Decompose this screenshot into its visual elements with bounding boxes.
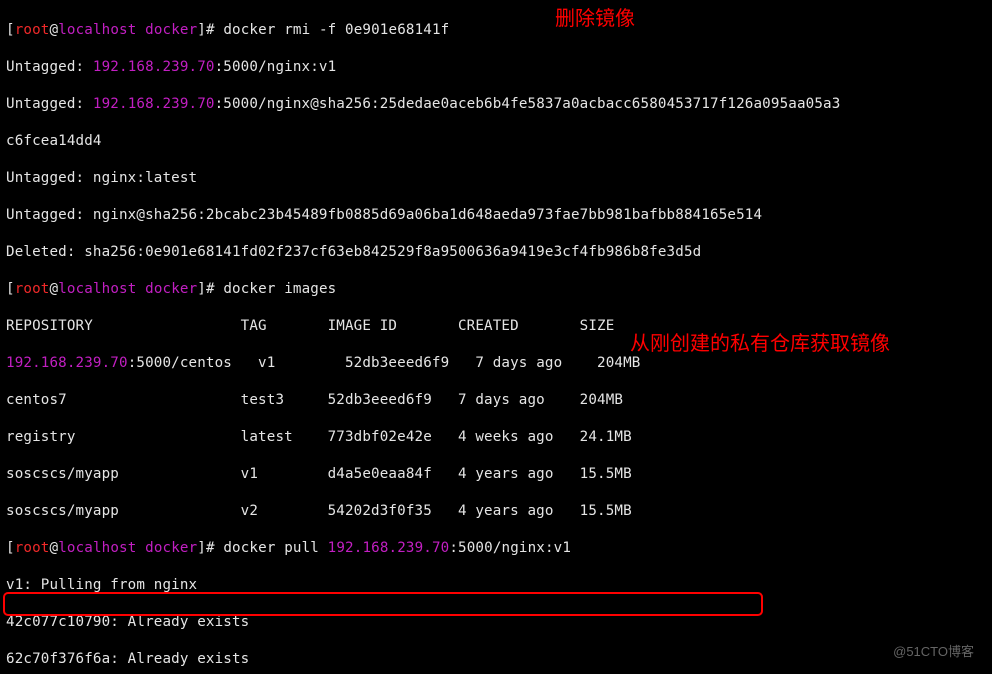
prompt-line-2[interactable]: [root@localhost docker]# docker images xyxy=(6,280,986,299)
prompt-line-3[interactable]: [root@localhost docker]# docker pull 192… xyxy=(6,539,986,558)
output-line: Untagged: 192.168.239.70:5000/nginx:v1 xyxy=(6,58,986,77)
table-header: REPOSITORY TAG IMAGE ID CREATED SIZE xyxy=(6,317,986,336)
output-line: c6fcea14dd4 xyxy=(6,132,986,151)
output-line: Untagged: nginx:latest xyxy=(6,169,986,188)
table-row: 192.168.239.70:5000/centos v1 52db3eeed6… xyxy=(6,354,986,373)
table-row: centos7 test3 52db3eeed6f9 7 days ago 20… xyxy=(6,391,986,410)
output-line: Untagged: 192.168.239.70:5000/nginx@sha2… xyxy=(6,95,986,114)
output-line: Deleted: sha256:0e901e68141fd02f237cf63e… xyxy=(6,243,986,262)
output-line: 42c077c10790: Already exists xyxy=(6,613,986,632)
table-row: soscscs/myapp v1 d4a5e0eaa84f 4 years ag… xyxy=(6,465,986,484)
watermark: @51CTO博客 xyxy=(893,641,974,660)
output-line: 62c70f376f6a: Already exists xyxy=(6,650,986,669)
terminal-output: [root@localhost docker]# docker rmi -f 0… xyxy=(0,0,992,674)
table-row: soscscs/myapp v2 54202d3f0f35 4 years ag… xyxy=(6,502,986,521)
prompt-line-1[interactable]: [root@localhost docker]# docker rmi -f 0… xyxy=(6,21,986,40)
output-line: v1: Pulling from nginx xyxy=(6,576,986,595)
table-row: registry latest 773dbf02e42e 4 weeks ago… xyxy=(6,428,986,447)
output-line: Untagged: nginx@sha256:2bcabc23b45489fb0… xyxy=(6,206,986,225)
